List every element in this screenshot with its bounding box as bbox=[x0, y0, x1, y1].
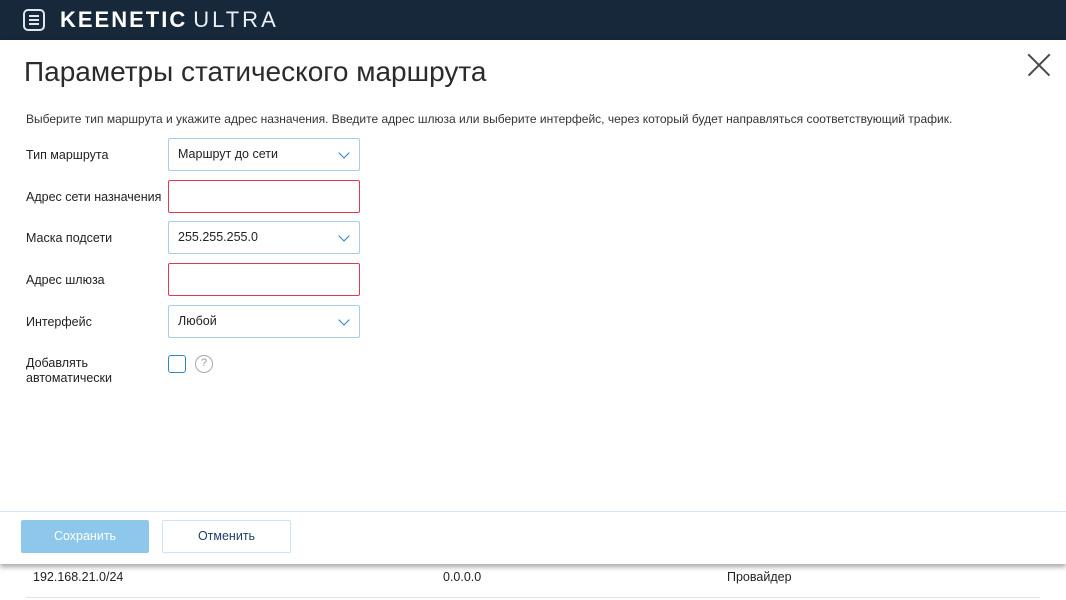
hamburger-menu-icon[interactable] bbox=[23, 9, 45, 31]
interface-select[interactable]: Любой bbox=[168, 305, 360, 338]
subnet-mask-label: Маска подсети bbox=[26, 231, 113, 245]
destination-address-input[interactable] bbox=[168, 180, 360, 213]
route-network-cell: 192.168.21.0/24 bbox=[33, 570, 124, 584]
table-row: 192.168.21.0/24 0.0.0.0 Провайдер bbox=[0, 564, 1066, 600]
route-type-value: Маршрут до сети bbox=[178, 147, 278, 161]
chevron-down-icon bbox=[338, 314, 350, 326]
interface-value: Любой bbox=[178, 314, 217, 328]
brand-logo: KEENETIC ULTRA bbox=[60, 7, 279, 33]
dialog-title: Параметры статического маршрута bbox=[24, 56, 487, 87]
interface-label: Интерфейс bbox=[26, 315, 92, 329]
dialog-description: Выберите тип маршрута и укажите адрес на… bbox=[26, 112, 953, 126]
close-icon[interactable] bbox=[1028, 54, 1050, 76]
auto-add-label: Добавлять автоматически bbox=[26, 356, 112, 385]
gateway-address-input[interactable] bbox=[168, 263, 360, 296]
brand-name: KEENETIC bbox=[60, 7, 188, 32]
route-interface-cell: Провайдер bbox=[727, 570, 792, 584]
help-icon[interactable]: ? bbox=[195, 355, 213, 373]
subnet-mask-select[interactable]: 255.255.255.0 bbox=[168, 221, 360, 254]
route-type-select[interactable]: Маршрут до сети bbox=[168, 138, 360, 171]
top-bar: KEENETIC ULTRA bbox=[0, 0, 1066, 40]
route-gateway-cell: 0.0.0.0 bbox=[443, 570, 482, 584]
destination-label: Адрес сети назначения bbox=[26, 190, 162, 204]
chevron-down-icon bbox=[338, 147, 350, 159]
cancel-button[interactable]: Отменить bbox=[162, 520, 291, 553]
brand-model: ULTRA bbox=[193, 7, 279, 32]
auto-add-checkbox[interactable] bbox=[168, 355, 186, 373]
subnet-mask-value: 255.255.255.0 bbox=[178, 230, 258, 244]
footer-divider bbox=[0, 511, 1066, 512]
chevron-down-icon bbox=[338, 230, 350, 242]
gateway-label: Адрес шлюза bbox=[26, 273, 105, 287]
route-type-label: Тип маршрута bbox=[26, 148, 109, 162]
save-button[interactable]: Сохранить bbox=[21, 520, 149, 553]
static-route-dialog: Параметры статического маршрута Выберите… bbox=[0, 40, 1066, 564]
row-divider bbox=[26, 597, 1040, 598]
